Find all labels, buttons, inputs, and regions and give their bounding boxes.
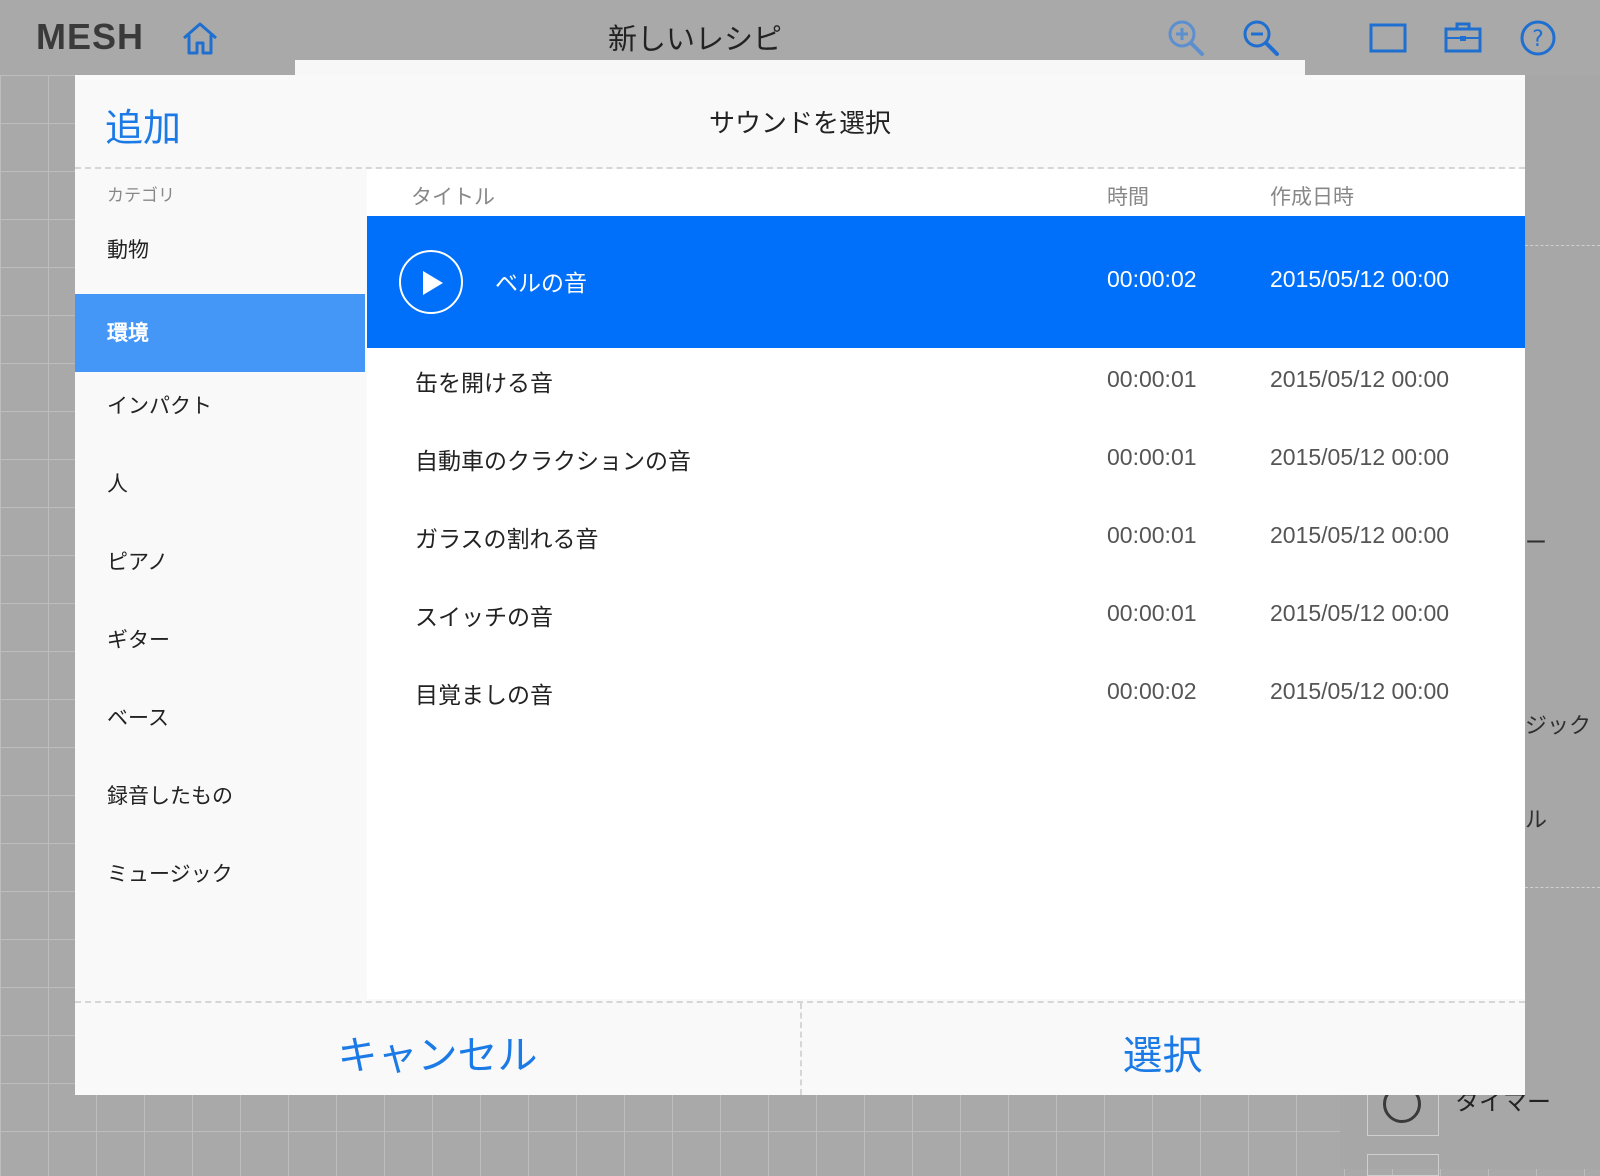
- sound-duration: 00:00:02: [1107, 266, 1197, 292]
- category-human[interactable]: 人: [75, 445, 365, 523]
- divider: [1525, 887, 1600, 888]
- side-label: ル: [1525, 808, 1548, 833]
- category-music[interactable]: ミュージック: [75, 835, 365, 913]
- column-duration: 時間: [1107, 185, 1149, 209]
- category-recorded[interactable]: 録音したもの: [75, 757, 365, 835]
- divider: [1525, 245, 1600, 246]
- svg-text:?: ?: [1532, 27, 1544, 52]
- category-piano[interactable]: ピアノ: [75, 523, 365, 601]
- category-animal[interactable]: 動物: [75, 211, 365, 289]
- zoom-out-icon[interactable]: [1241, 18, 1281, 58]
- category-environment[interactable]: 環境: [75, 294, 365, 372]
- sound-title: 目覚ましの音: [415, 683, 553, 709]
- sound-duration: 00:00:01: [1107, 600, 1197, 626]
- sound-title: ベルの音: [495, 271, 587, 297]
- sound-title: 自動車のクラクションの音: [415, 449, 691, 475]
- canvas-strip: [295, 60, 1305, 76]
- sound-title: ガラスの割れる音: [415, 527, 599, 553]
- side-label: ジック: [1525, 714, 1592, 739]
- sound-created: 2015/05/12 00:00: [1270, 266, 1450, 292]
- toolbox-icon[interactable]: [1443, 18, 1483, 58]
- help-icon[interactable]: ?: [1518, 18, 1558, 58]
- sound-row[interactable]: ベルの音 00:00:02 2015/05/12 00:00: [367, 216, 1525, 348]
- category-impact[interactable]: インパクト: [75, 367, 365, 445]
- column-title: タイトル: [411, 185, 495, 209]
- dialog-title: サウンドを選択: [708, 109, 891, 139]
- sound-row[interactable]: 自動車のクラクションの音 00:00:01 2015/05/12 00:00: [367, 426, 1525, 504]
- zoom-in-icon[interactable]: [1166, 18, 1206, 58]
- category-header: カテゴリ: [107, 186, 175, 206]
- sound-duration: 00:00:01: [1107, 522, 1197, 548]
- sound-duration: 00:00:01: [1107, 444, 1197, 470]
- play-icon[interactable]: [399, 250, 463, 314]
- dialog-header: 追加 サウンドを選択: [75, 75, 1525, 169]
- category-guitar[interactable]: ギター: [75, 601, 365, 679]
- column-created: 作成日時: [1270, 185, 1354, 209]
- sound-duration: 00:00:01: [1107, 366, 1197, 392]
- sound-row[interactable]: 缶を開ける音 00:00:01 2015/05/12 00:00: [367, 348, 1525, 426]
- cancel-button[interactable]: キャンセル: [75, 1023, 800, 1081]
- category-bass[interactable]: ベース: [75, 679, 365, 757]
- sound-created: 2015/05/12 00:00: [1270, 678, 1450, 704]
- sound-title: 缶を開ける音: [415, 371, 553, 397]
- block-tile[interactable]: [1367, 1154, 1439, 1176]
- sound-created: 2015/05/12 00:00: [1270, 600, 1450, 626]
- sound-created: 2015/05/12 00:00: [1270, 444, 1450, 470]
- window-icon[interactable]: [1368, 18, 1408, 58]
- sound-created: 2015/05/12 00:00: [1270, 366, 1450, 392]
- select-button[interactable]: 選択: [800, 1023, 1525, 1081]
- sound-row[interactable]: 目覚ましの音 00:00:02 2015/05/12 00:00: [367, 660, 1525, 738]
- sound-row[interactable]: ガラスの割れる音 00:00:01 2015/05/12 00:00: [367, 504, 1525, 582]
- sound-duration: 00:00:02: [1107, 678, 1197, 704]
- sound-select-dialog: 追加 サウンドを選択 カテゴリ タイトル 時間 作成日時 動物 環境 インパクト…: [75, 75, 1525, 1095]
- side-label: ー: [1525, 531, 1548, 556]
- sound-title: スイッチの音: [415, 605, 553, 631]
- sound-created: 2015/05/12 00:00: [1270, 522, 1450, 548]
- side-panel: ー ジック ル: [1525, 75, 1600, 1169]
- sound-row[interactable]: スイッチの音 00:00:01 2015/05/12 00:00: [367, 582, 1525, 660]
